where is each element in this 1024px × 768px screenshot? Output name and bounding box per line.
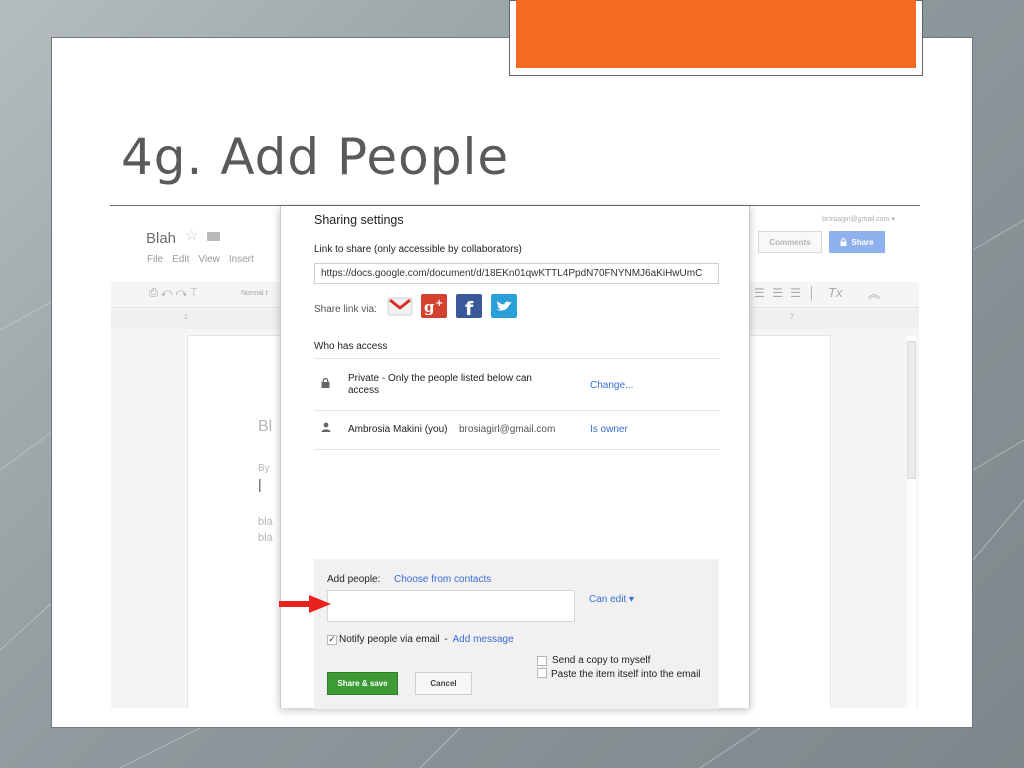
- share-and-save-button[interactable]: Share & save: [327, 672, 398, 695]
- page-body-line: bla: [258, 532, 273, 544]
- title-accent-fill: [516, 0, 916, 68]
- add-people-label: Add people:: [327, 574, 381, 585]
- divider: [314, 358, 719, 359]
- twitter-icon[interactable]: [491, 294, 517, 318]
- menu-insert[interactable]: Insert: [229, 254, 254, 265]
- red-arrow-annotation: [279, 595, 331, 613]
- folder-icon[interactable]: [207, 232, 220, 241]
- page-byline: By: [258, 463, 270, 474]
- paste-item-label: Paste the item itself into the email: [551, 669, 701, 680]
- owner-email: brosiagirl@gmail.com: [459, 424, 556, 435]
- gmail-icon[interactable]: [387, 294, 413, 318]
- change-visibility-link[interactable]: Change...: [590, 380, 633, 391]
- share-via-label: Share link via:: [314, 304, 377, 315]
- style-selector[interactable]: Normal t: [241, 290, 267, 297]
- visibility-description: Private - Only the people listed below c…: [348, 373, 532, 396]
- send-copy-label: Send a copy to myself: [552, 655, 651, 666]
- comments-button[interactable]: Comments: [758, 231, 822, 253]
- account-email[interactable]: brosiagirl@gmail.com ▾: [822, 215, 895, 223]
- choose-from-contacts-link[interactable]: Choose from contacts: [394, 574, 491, 585]
- lock-icon: [321, 378, 330, 388]
- owner-name: Ambrosia Makini (you): [348, 424, 448, 435]
- ruler-mark-1: 1: [184, 314, 188, 321]
- permission-dropdown[interactable]: Can edit ▾: [589, 594, 634, 605]
- scrollbar-thumb[interactable]: [907, 341, 916, 479]
- menu-file[interactable]: File: [147, 254, 163, 265]
- add-message-link[interactable]: Add message: [453, 634, 514, 645]
- notify-option: ✓ Notify people via email - Add message: [327, 634, 514, 645]
- menu-edit[interactable]: Edit: [172, 254, 189, 265]
- menu-view[interactable]: View: [198, 254, 220, 265]
- lock-icon: [840, 238, 847, 246]
- chevron-down-icon: ▾: [629, 594, 635, 605]
- notify-label: Notify people via email: [339, 634, 440, 645]
- notify-separator: -: [441, 634, 451, 645]
- star-icon[interactable]: ☆: [185, 226, 198, 244]
- who-has-access-label: Who has access: [314, 341, 388, 352]
- paste-item-option: Paste the item itself into the email: [537, 668, 707, 681]
- dialog-title: Sharing settings: [314, 213, 404, 227]
- toolbar-print-undo-redo-paint-icons[interactable]: ⎙↶↷⊤: [149, 287, 200, 300]
- svg-text:f: f: [465, 298, 474, 318]
- owner-role-link[interactable]: Is owner: [590, 424, 628, 435]
- link-to-share-label: Link to share (only accessible by collab…: [314, 244, 522, 255]
- divider: [314, 410, 719, 411]
- add-people-panel: Add people: Choose from contacts Can edi…: [314, 559, 719, 709]
- divider: [314, 449, 719, 450]
- document-title[interactable]: Blah: [146, 230, 176, 247]
- notify-checkbox[interactable]: ✓: [327, 634, 337, 645]
- clear-formatting-icon[interactable]: Tx: [828, 285, 842, 300]
- paste-item-checkbox[interactable]: [537, 668, 547, 678]
- page-body-line: bla: [258, 516, 273, 528]
- share-button-label: Share: [851, 237, 874, 247]
- permission-label: Can edit: [589, 594, 627, 605]
- share-link-field[interactable]: https://docs.google.com/document/d/18EKn…: [314, 263, 719, 284]
- facebook-icon[interactable]: f: [456, 294, 482, 318]
- svg-text:g: g: [424, 298, 435, 316]
- person-icon: [321, 422, 331, 432]
- send-copy-checkbox[interactable]: [537, 655, 547, 666]
- svg-text:+: +: [435, 298, 443, 309]
- menu-bar: File Edit View Insert: [147, 254, 254, 265]
- account-caret-icon: ▾: [891, 216, 895, 223]
- send-copy-option: Send a copy to myself: [537, 655, 650, 666]
- ruler-mark-7: 7: [790, 314, 794, 321]
- slide-title: 4g. Add People: [121, 128, 510, 186]
- list-indent-icons[interactable]: ☰ ☰ ☰ │: [754, 286, 818, 300]
- text-cursor: |: [258, 476, 262, 492]
- add-people-input[interactable]: [327, 590, 575, 622]
- cancel-button[interactable]: Cancel: [415, 672, 472, 695]
- page-heading: Bl: [258, 418, 273, 435]
- share-button[interactable]: Share: [829, 231, 885, 253]
- collapse-icon[interactable]: ︽: [868, 285, 880, 302]
- title-accent-box: [509, 0, 923, 76]
- sharing-settings-dialog: Sharing settings Link to share (only acc…: [280, 206, 750, 709]
- google-plus-icon[interactable]: g +: [421, 294, 447, 318]
